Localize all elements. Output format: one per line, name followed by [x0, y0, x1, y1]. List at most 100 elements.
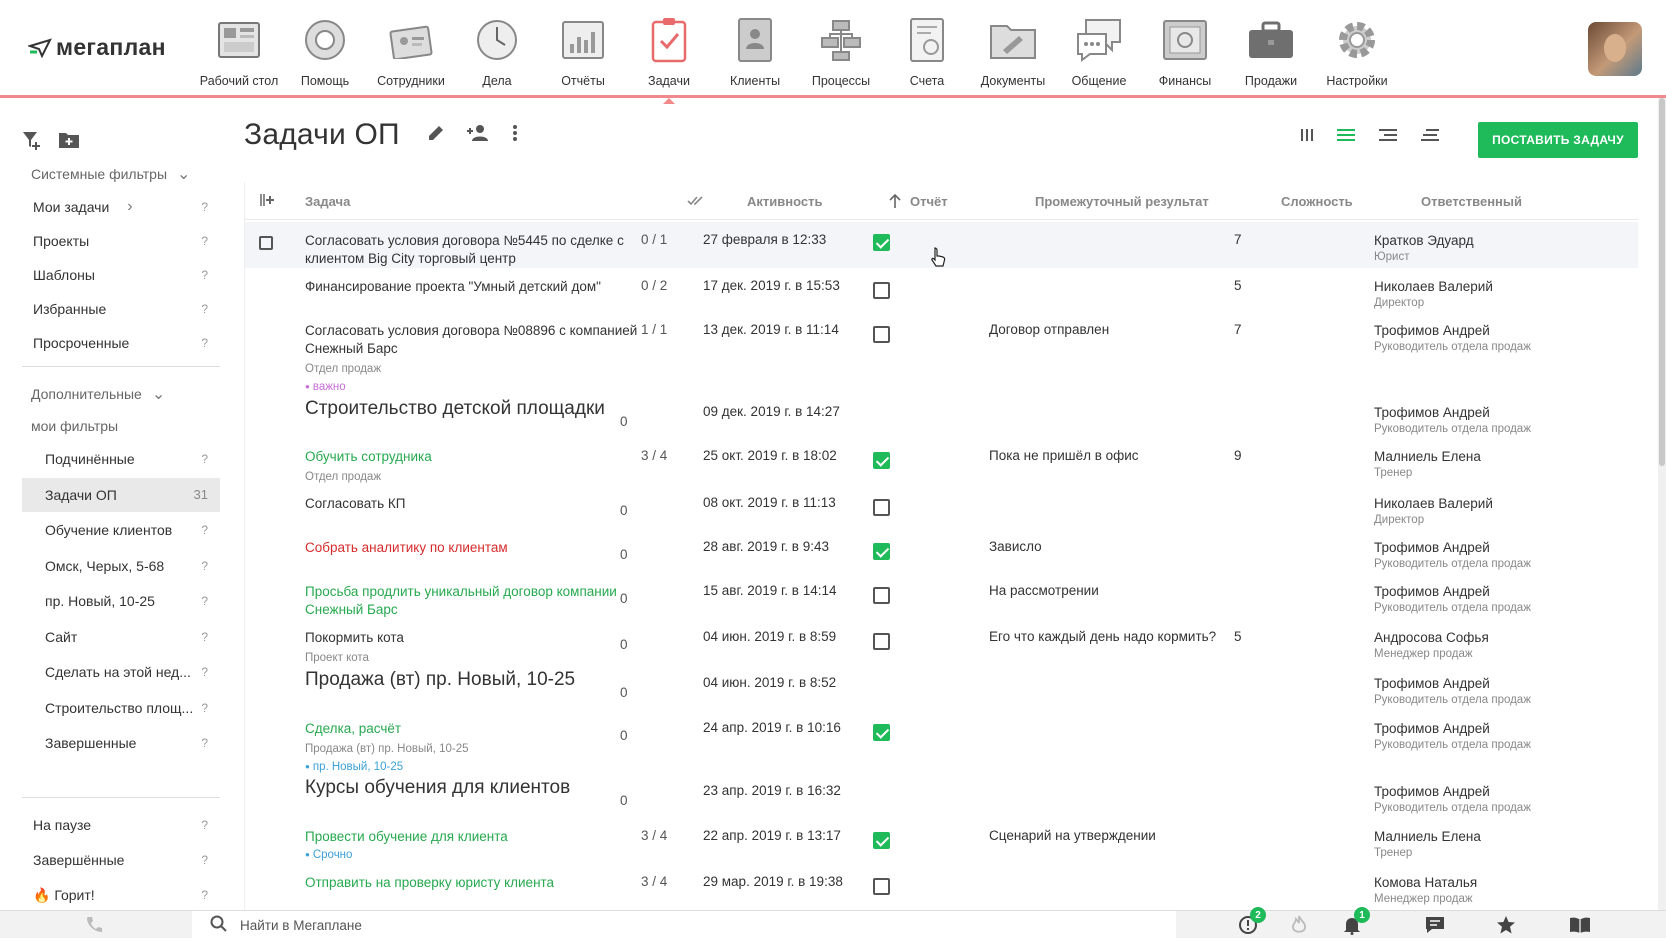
table-row[interactable]: Строительство детской площадки 0 09 дек. 2… — [245, 394, 1638, 438]
responsible-person[interactable]: Николаев Валерий Директор — [1374, 278, 1493, 312]
responsible-person[interactable]: Комова Наталья Менеджер продаж — [1374, 874, 1477, 908]
sidebar-item[interactable]: пр. Новый, 10-25? — [22, 584, 220, 618]
task-title-link[interactable]: Отправить на проверку юристу клиента — [305, 874, 645, 892]
sidebar-item[interactable]: 🔥 Горит!? — [22, 878, 220, 912]
table-row[interactable]: Продажа (вт) пр. Новый, 10-25 0 04 июн. 20… — [245, 665, 1638, 710]
task-project[interactable]: Продажа (вт) пр. Новый, 10-25 — [305, 740, 645, 758]
edit-pencil-icon[interactable] — [426, 123, 446, 148]
phone-icon[interactable] — [84, 915, 104, 940]
module-clients[interactable]: Клиенты — [712, 12, 798, 94]
more-vertical-icon[interactable] — [512, 123, 518, 148]
align-right-view-icon[interactable] — [1378, 128, 1398, 147]
task-title-link[interactable]: Согласовать условия договора №5445 по сд… — [305, 232, 645, 268]
task-title-link[interactable]: Продажа (вт) пр. Новый, 10-25 — [305, 670, 645, 689]
module-desktop[interactable]: Рабочий стол — [196, 12, 282, 94]
column-complexity[interactable]: Сложность — [1281, 194, 1353, 209]
sidebar-item[interactable]: Мои задачи ›? — [22, 190, 220, 224]
report-checkbox[interactable] — [873, 499, 890, 516]
user-avatar[interactable] — [1588, 22, 1642, 76]
task-title-link[interactable]: Финансирование проекта "Умный детский до… — [305, 278, 645, 296]
report-checkbox[interactable] — [873, 832, 890, 849]
table-row[interactable]: Сделка, расчёт Продажа (вт) пр. Новый, 10… — [245, 710, 1638, 773]
megaplan-logo[interactable]: мегаплан — [28, 34, 166, 61]
fire-icon[interactable] — [1290, 915, 1308, 940]
module-tasks[interactable]: Задачи — [626, 12, 712, 104]
sidebar-item[interactable]: Обучение клиентов? — [22, 513, 220, 547]
task-title-link[interactable]: Курсы обучения для клиентов — [305, 778, 645, 797]
filter-add-icon[interactable] — [22, 130, 42, 155]
report-checkbox[interactable] — [873, 587, 890, 604]
table-row[interactable]: Согласовать КП 0 08 окт. 2019 г. в 11:13 Ни… — [245, 485, 1638, 529]
report-checkbox[interactable] — [873, 543, 890, 560]
task-title-link[interactable]: Согласовать условия договора №08896 с ко… — [305, 322, 645, 396]
sort-up-arrow-icon[interactable] — [889, 193, 901, 212]
responsible-person[interactable]: Трофимов Андрей Руководитель отдела прода… — [1374, 675, 1531, 709]
task-title-link[interactable]: Провести обучение для клиента Срочно — [305, 828, 645, 864]
task-title-link[interactable]: Строительство детской площадки — [305, 399, 645, 418]
column-settings-icon[interactable] — [259, 193, 275, 210]
task-title-link[interactable]: Согласовать КП — [305, 495, 645, 513]
sidebar-item[interactable]: Избранные? — [22, 292, 220, 326]
report-checkbox[interactable] — [873, 234, 890, 251]
folder-add-icon[interactable] — [58, 130, 80, 155]
responsible-person[interactable]: Трофимов Андрей Руководитель отдела прода… — [1374, 783, 1531, 817]
report-checkbox[interactable] — [873, 633, 890, 650]
task-title-link[interactable]: Покормить кота Проект кота — [305, 629, 645, 667]
module-safe[interactable]: Финансы — [1142, 12, 1228, 94]
column-task[interactable]: Задача — [305, 194, 350, 209]
sidebar-item[interactable]: Просроченные? — [22, 326, 220, 360]
sidebar-section-header[interactable]: мои фильтры — [31, 418, 118, 434]
responsible-person[interactable]: Николаев Валерий Директор — [1374, 495, 1493, 529]
sidebar-item[interactable]: Омск, Черых, 5-68? — [22, 549, 220, 583]
sidebar-item[interactable]: На паузе? — [22, 808, 220, 842]
module-gear[interactable]: Настройки — [1314, 12, 1400, 94]
sidebar-item[interactable]: Сайт? — [22, 620, 220, 654]
responsible-person[interactable]: Трофимов Андрей Руководитель отдела прода… — [1374, 720, 1531, 754]
task-title-link[interactable]: Сделка, расчёт Продажа (вт) пр. Новый, 10… — [305, 720, 645, 776]
global-search[interactable]: Найти в Мегаплане — [192, 911, 1176, 939]
responsible-person[interactable]: Трофимов Андрей Руководитель отдела прода… — [1374, 539, 1531, 573]
sidebar-item[interactable]: Завершенные? — [22, 726, 220, 760]
sidebar-item[interactable]: Проекты? — [22, 224, 220, 258]
knowledge-book-icon[interactable] — [1568, 915, 1592, 940]
task-project[interactable]: Отдел продаж — [305, 468, 645, 486]
module-clock[interactable]: Дела — [454, 12, 540, 94]
report-checkbox[interactable] — [873, 878, 890, 895]
messages-icon[interactable] — [1424, 915, 1446, 940]
responsible-person[interactable]: Малниель Елена Тренер — [1374, 448, 1481, 482]
report-checkbox[interactable] — [873, 326, 890, 343]
report-checkbox[interactable] — [873, 724, 890, 741]
task-title-link[interactable]: Просьба продлить уникальный договор комп… — [305, 583, 645, 619]
add-task-button[interactable]: ПОСТАВИТЬ ЗАДАЧУ — [1478, 122, 1638, 158]
table-row[interactable]: Согласовать условия договора №08896 с ко… — [245, 312, 1638, 394]
table-row[interactable]: Отправить на проверку юристу клиента 3 / … — [245, 864, 1638, 910]
responsible-person[interactable]: Трофимов Андрей Руководитель отдела прода… — [1374, 583, 1531, 617]
task-title-link[interactable]: Собрать аналитику по клиентам — [305, 539, 645, 557]
column-report[interactable]: Отчёт — [910, 194, 948, 209]
row-select-checkbox[interactable] — [259, 236, 273, 250]
responsible-person[interactable]: Андросова Софья Менеджер продаж — [1374, 629, 1489, 663]
table-row[interactable]: Финансирование проекта "Умный детский до… — [245, 268, 1638, 312]
sidebar-item[interactable]: Задачи ОП 31 — [22, 477, 220, 512]
sidebar-item[interactable]: Подчинённые? — [22, 442, 220, 476]
responsible-person[interactable]: Трофимов Андрей Руководитель отдела прода… — [1374, 404, 1531, 438]
table-row[interactable]: Курсы обучения для клиентов 0 23 апр. 2019… — [245, 773, 1638, 818]
alert-icon[interactable]: 2 — [1238, 907, 1266, 940]
search-input[interactable]: Найти в Мегаплане — [240, 918, 362, 933]
vertical-scrollbar-thumb[interactable] — [1659, 98, 1665, 466]
responsible-person[interactable]: Трофимов Андрей Руководитель отдела прода… — [1374, 322, 1531, 356]
sidebar-section-header[interactable]: Системные фильтры ⌄ — [31, 164, 190, 184]
responsible-person[interactable]: Малниель Елена Тренер — [1374, 828, 1481, 862]
module-documents[interactable]: Документы — [970, 12, 1056, 94]
module-reports[interactable]: Отчёты — [540, 12, 626, 94]
column-activity[interactable]: Активность — [747, 194, 822, 209]
responsible-person[interactable]: Кратков Эдуард Юрист — [1374, 232, 1474, 266]
add-user-icon[interactable] — [466, 123, 492, 148]
columns-view-icon[interactable] — [1300, 128, 1314, 147]
double-check-icon[interactable] — [687, 193, 705, 210]
module-chat[interactable]: Общение — [1056, 12, 1142, 94]
sidebar-item[interactable]: Сделать на этой нед...? — [22, 655, 220, 689]
module-processes[interactable]: Процессы — [798, 12, 884, 94]
sidebar-item[interactable]: Завершённые? — [22, 843, 220, 877]
module-employees[interactable]: Сотрудники — [368, 12, 454, 94]
